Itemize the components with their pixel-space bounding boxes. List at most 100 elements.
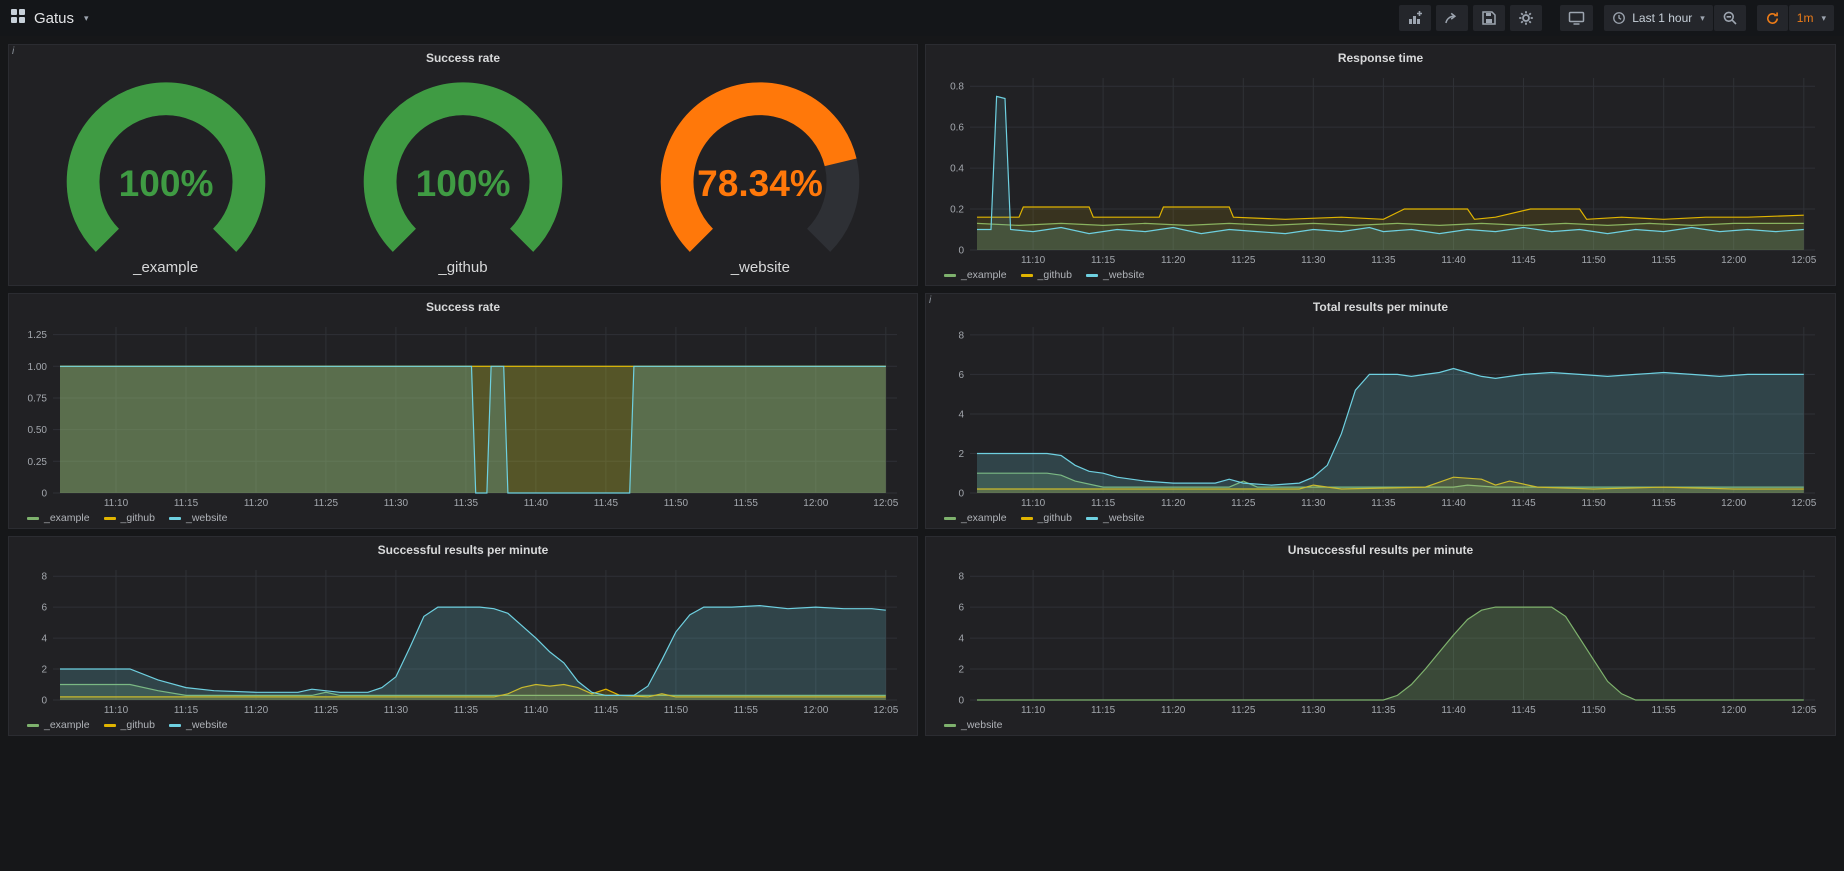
legend-item-_website[interactable]: _website xyxy=(169,512,227,524)
caret-down-icon: ▾ xyxy=(1700,13,1705,24)
panel-header[interactable]: Total results per minute xyxy=(926,294,1835,319)
svg-text:0.75: 0.75 xyxy=(28,394,48,405)
svg-text:11:35: 11:35 xyxy=(454,498,479,509)
legend-item-_website[interactable]: _website xyxy=(944,719,1002,731)
dashboard-title[interactable]: Gatus xyxy=(34,10,74,27)
gauge-value: 100% xyxy=(416,161,511,203)
dashboard-settings-button[interactable] xyxy=(1510,5,1542,31)
time-range-button[interactable]: Last 1 hour ▾ xyxy=(1604,5,1713,31)
panel-header[interactable]: Success rate xyxy=(9,45,917,70)
chart-canvas-container[interactable]: 0246811:1011:1511:2011:2511:3011:3511:40… xyxy=(934,562,1827,717)
share-button[interactable] xyxy=(1436,5,1468,31)
chart-canvas-container[interactable]: 00.250.500.751.001.2511:1011:1511:2011:2… xyxy=(17,319,909,510)
svg-text:2: 2 xyxy=(958,665,964,676)
chart-canvas: 0246811:1011:1511:2011:2511:3011:3511:40… xyxy=(934,319,1827,510)
legend-item-_website[interactable]: _website xyxy=(1086,512,1144,524)
svg-text:11:50: 11:50 xyxy=(664,705,689,716)
svg-text:11:55: 11:55 xyxy=(1652,498,1677,509)
legend-item-_github[interactable]: _github xyxy=(1021,269,1072,281)
svg-text:0.50: 0.50 xyxy=(28,425,48,436)
svg-text:12:00: 12:00 xyxy=(1721,498,1746,509)
zoom-out-button[interactable] xyxy=(1714,5,1746,31)
svg-text:11:15: 11:15 xyxy=(1091,705,1116,716)
panel-info-icon[interactable]: i xyxy=(12,46,14,58)
tv-mode-button[interactable] xyxy=(1560,5,1593,31)
svg-text:11:45: 11:45 xyxy=(1511,498,1536,509)
svg-text:11:40: 11:40 xyxy=(524,498,549,509)
svg-text:11:15: 11:15 xyxy=(1091,498,1116,509)
panel-header[interactable]: Response time xyxy=(926,45,1835,70)
panel-title[interactable]: Success rate xyxy=(426,300,500,314)
chart-legend: _example _github _website xyxy=(17,510,909,526)
svg-text:11:30: 11:30 xyxy=(1301,255,1326,266)
legend-item-_github[interactable]: _github xyxy=(104,719,155,731)
svg-text:1.00: 1.00 xyxy=(28,362,48,373)
panel-successful-results: Successful results per minute 0246811:10… xyxy=(8,536,918,736)
gauge-value: 78.34% xyxy=(697,161,823,203)
panel-header[interactable]: Successful results per minute xyxy=(9,537,917,562)
panel-response-time: Response time 00.20.40.60.811:1011:1511:… xyxy=(925,44,1836,286)
panel-header[interactable]: Success rate xyxy=(9,294,917,319)
svg-text:11:10: 11:10 xyxy=(104,705,129,716)
svg-text:0.2: 0.2 xyxy=(950,205,964,216)
svg-text:11:30: 11:30 xyxy=(1301,498,1326,509)
svg-text:2: 2 xyxy=(958,449,964,460)
panel-title[interactable]: Successful results per minute xyxy=(378,543,549,557)
panel-title[interactable]: Unsuccessful results per minute xyxy=(1288,543,1473,557)
legend-item-_website[interactable]: _website xyxy=(169,719,227,731)
panel-header[interactable]: Unsuccessful results per minute xyxy=(926,537,1835,562)
save-dashboard-button[interactable] xyxy=(1473,5,1505,31)
gauge-_github: 100% _github xyxy=(332,78,594,276)
svg-text:8: 8 xyxy=(958,330,964,341)
svg-text:11:25: 11:25 xyxy=(1231,705,1256,716)
panel-title[interactable]: Response time xyxy=(1338,51,1423,65)
svg-text:11:20: 11:20 xyxy=(244,498,269,509)
chart-canvas: 00.250.500.751.001.2511:1011:1511:2011:2… xyxy=(17,319,909,510)
legend-item-_website[interactable]: _website xyxy=(1086,269,1144,281)
panel-title[interactable]: Total results per minute xyxy=(1313,300,1448,314)
legend-series-color xyxy=(1086,517,1098,520)
legend-series-color xyxy=(944,517,956,520)
legend-item-_example[interactable]: _example xyxy=(944,269,1007,281)
svg-text:11:25: 11:25 xyxy=(314,498,339,509)
panel-total-results: i Total results per minute 0246811:1011:… xyxy=(925,293,1836,529)
time-range-label: Last 1 hour xyxy=(1632,11,1692,25)
legend-series-color xyxy=(104,724,116,727)
svg-text:11:40: 11:40 xyxy=(1441,255,1466,266)
panel-title[interactable]: Success rate xyxy=(426,51,500,65)
svg-text:11:50: 11:50 xyxy=(664,498,689,509)
refresh-button[interactable] xyxy=(1757,5,1788,31)
dashboard-grid: i Success rate 100% _example 100% _githu… xyxy=(0,36,1844,744)
legend-item-_github[interactable]: _github xyxy=(104,512,155,524)
dashboard-caret-icon[interactable]: ▾ xyxy=(84,13,89,24)
svg-text:0: 0 xyxy=(41,489,47,500)
legend-series-color xyxy=(1086,274,1098,277)
panel-info-icon[interactable]: i xyxy=(929,295,931,307)
chart-canvas-container[interactable]: 00.20.40.60.811:1011:1511:2011:2511:3011… xyxy=(934,70,1827,267)
legend-series-color xyxy=(944,274,956,277)
add-panel-button[interactable] xyxy=(1399,5,1431,31)
chart-legend: _example _github _website xyxy=(934,267,1827,283)
legend-item-_example[interactable]: _example xyxy=(27,512,90,524)
svg-text:1.25: 1.25 xyxy=(28,330,48,341)
dashboard-grid-icon[interactable] xyxy=(10,8,26,29)
gauge-arc: 100% xyxy=(35,78,297,258)
legend-series-color xyxy=(169,724,181,727)
svg-text:4: 4 xyxy=(958,634,964,645)
chart-canvas-container[interactable]: 0246811:1011:1511:2011:2511:3011:3511:40… xyxy=(17,562,909,717)
chart-canvas: 0246811:1011:1511:2011:2511:3011:3511:40… xyxy=(934,562,1827,717)
svg-text:11:45: 11:45 xyxy=(594,498,619,509)
legend-item-_example[interactable]: _example xyxy=(944,512,1007,524)
legend-item-_example[interactable]: _example xyxy=(27,719,90,731)
svg-text:8: 8 xyxy=(41,572,47,583)
legend-item-_github[interactable]: _github xyxy=(1021,512,1072,524)
svg-text:0.6: 0.6 xyxy=(950,123,964,134)
chart-canvas-container[interactable]: 0246811:1011:1511:2011:2511:3011:3511:40… xyxy=(934,319,1827,510)
svg-text:12:00: 12:00 xyxy=(803,498,828,509)
refresh-interval-button[interactable]: 1m ▾ xyxy=(1789,5,1834,31)
panel-success-rate-gauges: i Success rate 100% _example 100% _githu… xyxy=(8,44,918,286)
gauge-_website: 78.34% _website xyxy=(629,78,891,276)
svg-text:11:10: 11:10 xyxy=(1021,498,1046,509)
svg-text:11:30: 11:30 xyxy=(384,705,409,716)
svg-text:0: 0 xyxy=(958,696,964,707)
